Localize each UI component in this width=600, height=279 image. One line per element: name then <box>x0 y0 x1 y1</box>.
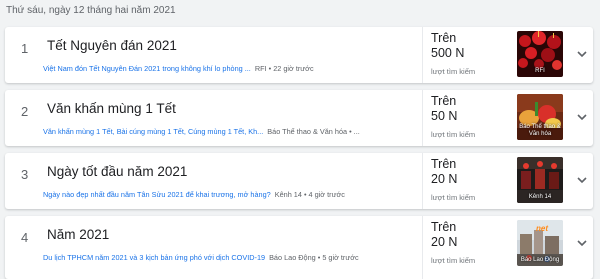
chevron-down-icon[interactable] <box>576 48 588 60</box>
search-count-prefix: Trên <box>431 94 457 108</box>
article-link[interactable]: Văn khấn mùng 1 Tết, Bài cúng mùng 1 Tết… <box>43 127 263 136</box>
trend-title[interactable]: Ngày tốt đầu năm 2021 <box>47 164 187 179</box>
offering-image[interactable]: Báo Thể thao & Văn hóa <box>517 94 563 140</box>
thumb-caption: RFI <box>535 68 545 74</box>
article-link[interactable]: Ngày nào đẹp nhất đầu năm Tân Sửu 2021 đ… <box>43 190 271 199</box>
trend-card-1[interactable]: 1 Tết Nguyên đán 2021 Việt Nam đón Tết N… <box>5 27 593 83</box>
trend-card-2[interactable]: 2 Văn khấn mùng 1 Tết Văn khấn mùng 1 Tế… <box>5 90 593 146</box>
article-meta: Báo Thể thao & Văn hóa • ... <box>267 127 360 136</box>
article-meta: RFI • 22 giờ trước <box>254 64 314 73</box>
thumb-caption: Báo Lao Động <box>520 257 560 263</box>
search-count-value: 50 N <box>431 109 458 123</box>
trend-title[interactable]: Năm 2021 <box>47 227 109 242</box>
chevron-down-icon[interactable] <box>576 237 588 249</box>
trend-rank: 2 <box>21 104 29 119</box>
lantern-image[interactable]: RFI <box>517 31 563 77</box>
search-count-value: 20 N <box>431 235 458 249</box>
date-header: Thứ sáu, ngày 12 tháng hai năm 2021 <box>6 5 176 16</box>
trend-card-4[interactable]: 4 Năm 2021 Du lịch TPHCM năm 2021 và 3 k… <box>5 216 593 279</box>
search-count-prefix: Trên <box>431 157 457 171</box>
search-count: Trên 20 N <box>431 157 457 187</box>
trend-card-3[interactable]: 3 Ngày tốt đầu năm 2021 Ngày nào đẹp nhấ… <box>5 153 593 209</box>
search-count-label: lượt tìm kiếm <box>431 193 476 202</box>
column-divider <box>422 153 423 209</box>
thumb-caption: Kênh 14 <box>528 194 552 200</box>
trend-article-line: Du lịch TPHCM năm 2021 và 3 kịch bản ứng… <box>43 251 415 265</box>
shop-image[interactable]: Kênh 14 <box>517 157 563 203</box>
search-count-label: lượt tìm kiếm <box>431 67 476 76</box>
trend-article-line: Việt Nam đón Tết Nguyên Đán 2021 trong k… <box>43 62 415 76</box>
search-count-label: lượt tìm kiếm <box>431 130 476 139</box>
thumb-caption: Báo Thể thao & Văn hóa <box>519 124 561 137</box>
trend-rank: 4 <box>21 230 29 245</box>
trend-title[interactable]: Tết Nguyên đán 2021 <box>47 38 177 53</box>
trend-article-line: Ngày nào đẹp nhất đầu năm Tân Sửu 2021 đ… <box>43 188 415 202</box>
chevron-down-icon[interactable] <box>576 174 588 186</box>
article-link[interactable]: Du lịch TPHCM năm 2021 và 3 kịch bản ứng… <box>43 253 265 262</box>
search-count-value: 20 N <box>431 172 458 186</box>
trend-article-line: Văn khấn mùng 1 Tết, Bài cúng mùng 1 Tết… <box>43 125 415 139</box>
search-count: Trên 20 N <box>431 220 457 250</box>
search-count-prefix: Trên <box>431 220 457 234</box>
trend-title[interactable]: Văn khấn mùng 1 Tết <box>47 101 176 116</box>
search-count-value: 500 N <box>431 46 465 60</box>
search-count: Trên 50 N <box>431 94 457 124</box>
search-count-prefix: Trên <box>431 31 457 45</box>
column-divider <box>422 90 423 146</box>
article-meta: Báo Lao Động • 5 giờ trước <box>269 253 359 262</box>
watermark-logo: net <box>536 224 548 233</box>
chevron-down-icon[interactable] <box>576 111 588 123</box>
trend-rank: 1 <box>21 41 29 56</box>
city-image[interactable]: net Báo Lao Động <box>517 220 563 266</box>
article-meta: Kênh 14 • 4 giờ trước <box>274 190 345 199</box>
article-link[interactable]: Việt Nam đón Tết Nguyên Đán 2021 trong k… <box>43 64 251 73</box>
column-divider <box>422 216 423 279</box>
trend-rank: 3 <box>21 167 29 182</box>
column-divider <box>422 27 423 83</box>
search-count: Trên 500 N <box>431 31 464 61</box>
search-count-label: lượt tìm kiếm <box>431 256 476 265</box>
